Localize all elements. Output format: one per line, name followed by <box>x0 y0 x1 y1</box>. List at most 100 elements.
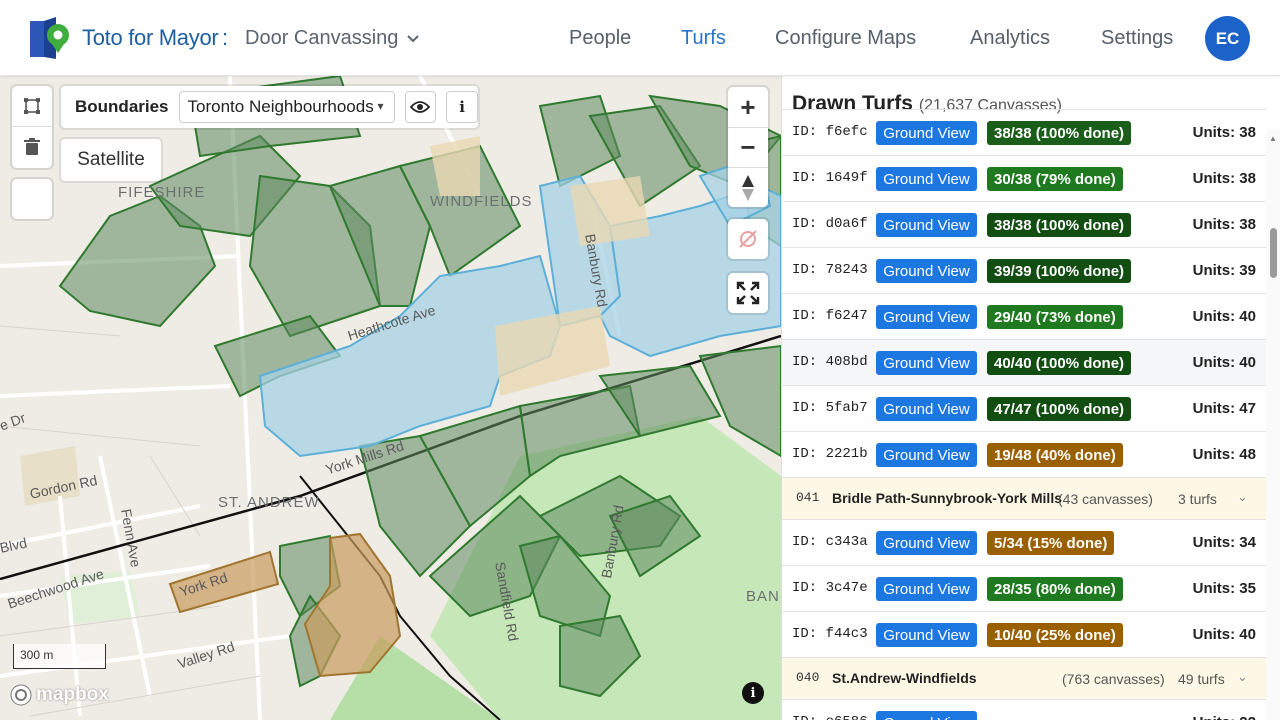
ground-view-button[interactable]: Ground View <box>876 121 977 145</box>
app-title[interactable]: Toto for Mayor <box>82 25 219 51</box>
turf-row[interactable]: ID: f6efc Ground View 38/38 (100% done) … <box>782 109 1266 155</box>
ground-view-button[interactable]: Ground View <box>876 167 977 191</box>
fullscreen-button[interactable] <box>728 273 768 313</box>
ground-view-button[interactable]: Ground View <box>876 531 977 555</box>
draw-polygon-button[interactable] <box>12 86 52 126</box>
group-number: 040 <box>796 670 820 685</box>
group-canvass-count: (43 canvasses) <box>1058 491 1153 507</box>
turf-units: Units: 48 <box>1192 446 1256 463</box>
boundaries-select[interactable]: Toronto Neighbourhoods ▾ <box>178 91 395 123</box>
ground-view-button[interactable]: Ground View <box>876 443 977 467</box>
map-info-button[interactable]: i <box>742 682 764 704</box>
trash-button[interactable] <box>12 126 52 166</box>
progress-badge: 28/35 (80% done) <box>987 577 1123 601</box>
ground-view-button[interactable]: Ground View <box>876 351 977 375</box>
toggle-visibility-button[interactable] <box>404 91 437 123</box>
map-label-windfields: WINDFIELDS <box>430 193 533 210</box>
turf-row[interactable]: ID: c343a Ground View 5/34 (15% done) Un… <box>782 519 1266 565</box>
turf-units: Units: 40 <box>1192 308 1256 325</box>
turf-row[interactable]: ID: 5fab7 Ground View 47/47 (100% done) … <box>782 385 1266 431</box>
progress-badge: 19/48 (40% done) <box>987 443 1123 467</box>
turf-id: ID: f6efc <box>792 124 868 140</box>
turf-units: Units: 38 <box>1192 216 1256 233</box>
turf-row[interactable]: ID: 2221b Ground View 19/48 (40% done) U… <box>782 431 1266 477</box>
turf-id: ID: c343a <box>792 534 868 550</box>
progress-badge: 38/38 (100% done) <box>987 121 1132 145</box>
draw-polygon-icon <box>24 98 40 114</box>
nav-people[interactable]: People <box>569 27 631 50</box>
progress-badge: 10/40 (25% done) <box>987 623 1123 647</box>
boundaries-label: Boundaries <box>75 97 169 116</box>
nav-analytics[interactable]: Analytics <box>970 27 1050 50</box>
boundaries-control: Boundaries Toronto Neighbourhoods ▾ i <box>61 86 478 128</box>
turf-units: Units: 40 <box>1192 626 1256 643</box>
map-scale: 300 m <box>13 644 106 669</box>
turf-id: ID: 1649f <box>792 170 868 186</box>
zoom-in-button[interactable]: + <box>728 87 768 127</box>
group-name: Bridle Path-Sunnybrook-York Mills <box>832 490 1062 506</box>
compass-icon <box>742 174 754 201</box>
progress-badge: 38/38 (100% done) <box>987 213 1132 237</box>
chevron-down-icon <box>407 34 420 42</box>
chevron-down-icon: ▾ <box>377 99 384 113</box>
navigation-control: + − <box>728 87 768 207</box>
trash-icon <box>24 137 40 155</box>
campaign-selector[interactable]: Door Canvassing <box>245 27 420 50</box>
turf-row[interactable]: ID: 408bd Ground View 40/40 (100% done) … <box>782 339 1266 385</box>
title-separator: : <box>222 25 229 50</box>
map-label-ban: BAN <box>746 588 780 605</box>
user-avatar[interactable]: EC <box>1205 16 1250 61</box>
turf-id: ID: d0a6f <box>792 216 868 232</box>
group-number: 041 <box>796 490 820 505</box>
drawn-turfs-panel: Drawn Turfs (21,637 Canvasses) ID: f6efc… <box>781 76 1280 720</box>
turf-id: ID: 3c47e <box>792 580 868 596</box>
ground-view-button[interactable]: Ground View <box>876 397 977 421</box>
turf-units: Units: 34 <box>1192 534 1256 551</box>
turf-units: Units: 39 <box>1192 262 1256 279</box>
fullscreen-icon <box>736 281 760 305</box>
boundaries-info-button[interactable]: i <box>446 91 478 123</box>
geolocate-button[interactable] <box>728 219 768 259</box>
turf-row[interactable]: ID: e6586 Ground View Units: 22 <box>782 699 1266 720</box>
map-label-fifeshire: FIFESHIRE <box>118 184 206 201</box>
turf-row[interactable]: ID: 1649f Ground View 30/38 (79% done) U… <box>782 155 1266 201</box>
chevron-down-icon[interactable]: ⌄ <box>1237 669 1248 685</box>
turf-row[interactable]: ID: d0a6f Ground View 38/38 (100% done) … <box>782 201 1266 247</box>
turf-id: ID: 78243 <box>792 262 868 278</box>
nav-turfs[interactable]: Turfs <box>681 27 726 50</box>
geolocate-disabled-icon <box>739 230 757 248</box>
map-canvas[interactable]: FIFESHIRE WINDFIELDS ST. ANDREW BAN Heat… <box>0 76 781 720</box>
boundaries-select-value: Toronto Neighbourhoods <box>187 97 374 116</box>
turf-row[interactable]: ID: f6247 Ground View 29/40 (73% done) U… <box>782 293 1266 339</box>
neighbourhood-group-040[interactable]: 040 St.Andrew-Windfields (763 canvasses)… <box>782 657 1266 699</box>
scrollbar-thumb[interactable] <box>1270 228 1277 278</box>
satellite-toggle[interactable]: Satellite <box>61 139 161 181</box>
turf-row[interactable]: ID: 3c47e Ground View 28/35 (80% done) U… <box>782 565 1266 611</box>
app-logo-icon[interactable] <box>30 17 70 59</box>
ground-view-button[interactable]: Ground View <box>876 259 977 283</box>
mapbox-logo[interactable]: mapbox <box>10 684 109 706</box>
ground-view-button[interactable]: Ground View <box>876 711 977 720</box>
turf-id: ID: 2221b <box>792 446 868 462</box>
nav-configure-maps[interactable]: Configure Maps <box>775 27 916 50</box>
zoom-out-button[interactable]: − <box>728 127 768 167</box>
scroll-up-icon[interactable]: ▲ <box>1269 134 1277 143</box>
panel-scrollbar[interactable]: ▲ <box>1266 130 1280 720</box>
chevron-down-icon[interactable]: ⌄ <box>1237 489 1248 505</box>
ground-view-button[interactable]: Ground View <box>876 213 977 237</box>
nav-settings[interactable]: Settings <box>1101 27 1173 50</box>
turf-row[interactable]: ID: 78243 Ground View 39/39 (100% done) … <box>782 247 1266 293</box>
turf-id: ID: f6247 <box>792 308 868 324</box>
ground-view-button[interactable]: Ground View <box>876 623 977 647</box>
compass-button[interactable] <box>728 167 768 207</box>
turf-id: ID: f44c3 <box>792 626 868 642</box>
neighbourhood-group-041[interactable]: 041 Bridle Path-Sunnybrook-York Mills (4… <box>782 477 1266 519</box>
ground-view-button[interactable]: Ground View <box>876 305 977 329</box>
turf-row[interactable]: ID: f44c3 Ground View 10/40 (25% done) U… <box>782 611 1266 657</box>
mapbox-attribution: mapbox <box>36 684 109 705</box>
ground-view-button[interactable]: Ground View <box>876 577 977 601</box>
progress-badge: 29/40 (73% done) <box>987 305 1123 329</box>
group-name: St.Andrew-Windfields <box>832 670 977 686</box>
empty-control-button[interactable] <box>12 179 52 219</box>
turf-id: ID: 5fab7 <box>792 400 868 416</box>
